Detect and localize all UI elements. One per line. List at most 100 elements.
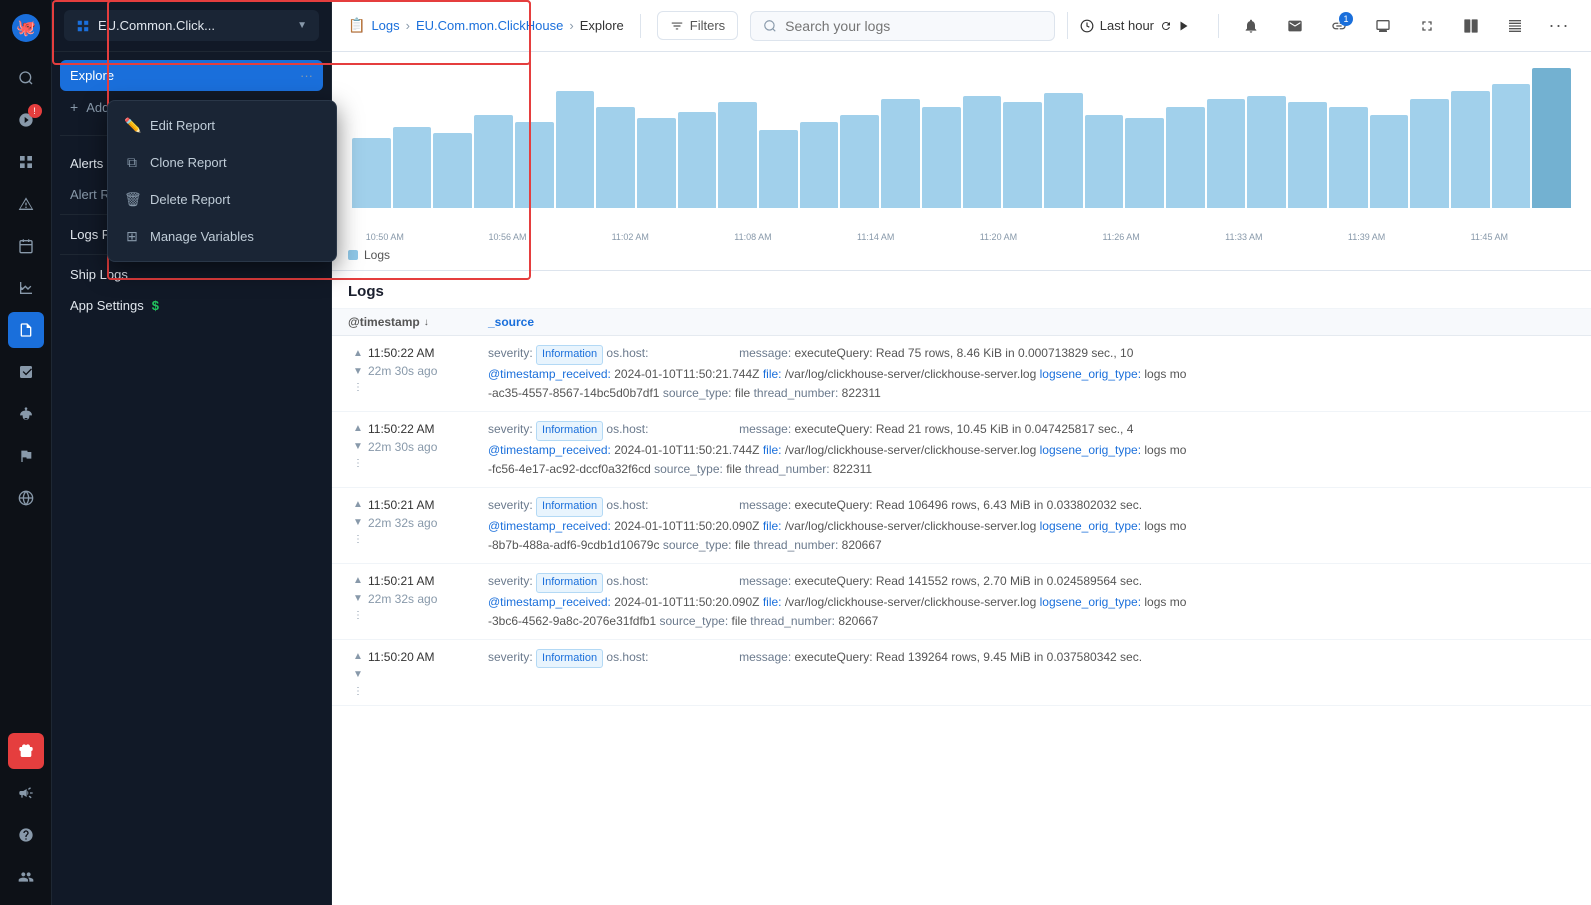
thread-key: thread_number: xyxy=(754,386,839,400)
refresh-icon[interactable] xyxy=(1160,20,1172,32)
severity-key: severity: xyxy=(488,574,533,588)
sidebar-item-explore[interactable]: Explore ··· xyxy=(60,60,323,91)
log-line-2: @timestamp_received: 2024-01-10T11:50:21… xyxy=(488,365,1575,384)
chart-x-label xyxy=(1526,232,1551,242)
ts-received-value: 2024-01-10T11:50:21.744Z xyxy=(614,367,759,381)
oshost-key: os.host: xyxy=(606,346,648,360)
expand-btn[interactable]: ▲ xyxy=(351,498,365,512)
chart-bar xyxy=(678,112,717,208)
flag-icon-btn[interactable] xyxy=(8,438,44,474)
search-box[interactable] xyxy=(750,11,1055,41)
chart-x-label xyxy=(1551,232,1575,242)
logsene-value: logs mo xyxy=(1144,443,1186,457)
robot-icon-btn[interactable] xyxy=(8,396,44,432)
workspace-selector[interactable]: EU.Common.Click... ▼ xyxy=(64,10,319,41)
svg-text:🐙: 🐙 xyxy=(16,20,36,37)
row-menu-btn[interactable]: ⋮ xyxy=(353,382,363,393)
sidebar-item-ship-logs[interactable]: Ship Logs xyxy=(60,259,323,290)
sidebar-item-app-settings[interactable]: App Settings $ xyxy=(60,290,323,321)
delete-label: Delete Report xyxy=(150,192,230,207)
table-row[interactable]: ▲ ▼ ⋮ 11:50:22 AM 22m 30s ago severity: … xyxy=(332,336,1591,412)
ts-received-key: @timestamp_received: xyxy=(488,595,611,609)
severity-badge: Information xyxy=(536,345,603,365)
ts-received-value: 2024-01-10T11:50:20.090Z xyxy=(614,595,759,609)
grid-icon-btn[interactable] xyxy=(8,144,44,180)
collapse-btn[interactable]: ▼ xyxy=(351,516,365,530)
log-time: 11:50:21 AM xyxy=(368,496,488,514)
fullscreen-btn[interactable] xyxy=(1411,10,1443,42)
chart-bar xyxy=(433,133,472,208)
more-btn[interactable]: ··· xyxy=(1543,10,1575,42)
split-view-btn[interactable] xyxy=(1455,10,1487,42)
megaphone-icon-btn[interactable] xyxy=(8,775,44,811)
link-btn[interactable]: 1 xyxy=(1323,10,1355,42)
team-icon-btn[interactable] xyxy=(8,859,44,895)
row-menu-btn[interactable]: ⋮ xyxy=(353,458,363,469)
collapse-btn[interactable]: ▼ xyxy=(351,440,365,454)
chart-bar xyxy=(1288,102,1327,208)
help-icon-btn[interactable] xyxy=(8,817,44,853)
row-controls: ▲ ▼ ⋮ xyxy=(348,648,368,697)
search-icon-btn[interactable] xyxy=(8,60,44,96)
context-menu-variables[interactable]: ⊞ Manage Variables xyxy=(108,218,336,255)
severity-key: severity: xyxy=(488,346,533,360)
notifications-btn[interactable] xyxy=(1235,10,1267,42)
alert-icon-btn[interactable] xyxy=(8,186,44,222)
context-menu-edit[interactable]: ✏️ Edit Report xyxy=(108,107,336,144)
message-key: message: xyxy=(739,574,791,588)
collapse-btn[interactable]: ▼ xyxy=(351,364,365,378)
table-row[interactable]: ▲ ▼ ⋮ 11:50:21 AM 22m 32s ago severity: … xyxy=(332,564,1591,640)
breadcrumb-app[interactable]: EU.Com.mon.ClickHouse xyxy=(416,18,563,33)
monitor-btn[interactable] xyxy=(1367,10,1399,42)
filters-label: Filters xyxy=(690,18,725,33)
search-input[interactable] xyxy=(785,18,1042,34)
table-row[interactable]: ▲ ▼ ⋮ 11:50:21 AM 22m 32s ago severity: … xyxy=(332,488,1591,564)
ts-received-key: @timestamp_received: xyxy=(488,367,611,381)
oshost-key: os.host: xyxy=(606,498,648,512)
breadcrumb-logs[interactable]: Logs xyxy=(371,18,399,33)
gift-icon-btn[interactable] xyxy=(8,733,44,769)
collapse-btn[interactable]: ▼ xyxy=(351,668,365,682)
last-hour-button[interactable]: Last hour xyxy=(1067,12,1202,39)
calendar-icon-btn[interactable] xyxy=(8,228,44,264)
table-row[interactable]: ▲ ▼ ⋮ 11:50:22 AM 22m 30s ago severity: … xyxy=(332,412,1591,488)
breadcrumb-logs-icon: 📋 xyxy=(348,17,365,34)
explore-dots[interactable]: ··· xyxy=(300,68,313,83)
chart-x-label: 11:20 AM xyxy=(962,232,1036,242)
play-icon[interactable] xyxy=(1178,20,1190,32)
globe-icon-btn[interactable] xyxy=(8,480,44,516)
collapse-btn[interactable]: ▼ xyxy=(351,592,365,606)
chart-bar xyxy=(515,122,554,208)
expand-btn[interactable]: ▲ xyxy=(351,422,365,436)
delete-icon: 🗑 xyxy=(124,191,140,208)
table-row[interactable]: ▲ ▼ ⋮ 11:50:20 AM severity: Information … xyxy=(332,640,1591,706)
log-ago: 22m 32s ago xyxy=(368,590,488,608)
expand-btn[interactable]: ▲ xyxy=(351,346,365,360)
log-line-1: severity: Information os.host: message: … xyxy=(488,496,1575,517)
severity-badge: Information xyxy=(536,421,603,441)
col-timestamp-header[interactable]: @timestamp ↓ xyxy=(348,315,488,329)
chart-icon-btn[interactable] xyxy=(8,270,44,306)
table-view-btn[interactable] xyxy=(1499,10,1531,42)
transform-icon-btn[interactable] xyxy=(8,354,44,390)
context-menu-clone[interactable]: ⧉ Clone Report xyxy=(108,144,336,181)
expand-btn[interactable]: ▲ xyxy=(351,650,365,664)
severity-badge: Information xyxy=(536,649,603,669)
logs-icon-btn[interactable] xyxy=(8,312,44,348)
ts-received-key: @timestamp_received: xyxy=(488,443,611,457)
row-menu-btn[interactable]: ⋮ xyxy=(353,534,363,545)
app-logo[interactable]: 🐙 xyxy=(8,10,44,46)
app-settings-label: App Settings xyxy=(70,298,144,313)
plus-icon: + xyxy=(70,99,78,115)
row-menu-btn[interactable]: ⋮ xyxy=(353,610,363,621)
chart-x-label xyxy=(692,232,717,242)
rocket-icon-btn[interactable]: ! xyxy=(8,102,44,138)
filters-button[interactable]: Filters xyxy=(657,11,738,40)
log-ago: 22m 30s ago xyxy=(368,438,488,456)
mail-btn[interactable] xyxy=(1279,10,1311,42)
message-key: message: xyxy=(739,498,791,512)
row-menu-btn[interactable]: ⋮ xyxy=(353,686,363,697)
expand-btn[interactable]: ▲ xyxy=(351,574,365,588)
context-menu-delete[interactable]: 🗑 Delete Report xyxy=(108,181,336,218)
log-content: severity: Information os.host: message: … xyxy=(488,344,1575,403)
